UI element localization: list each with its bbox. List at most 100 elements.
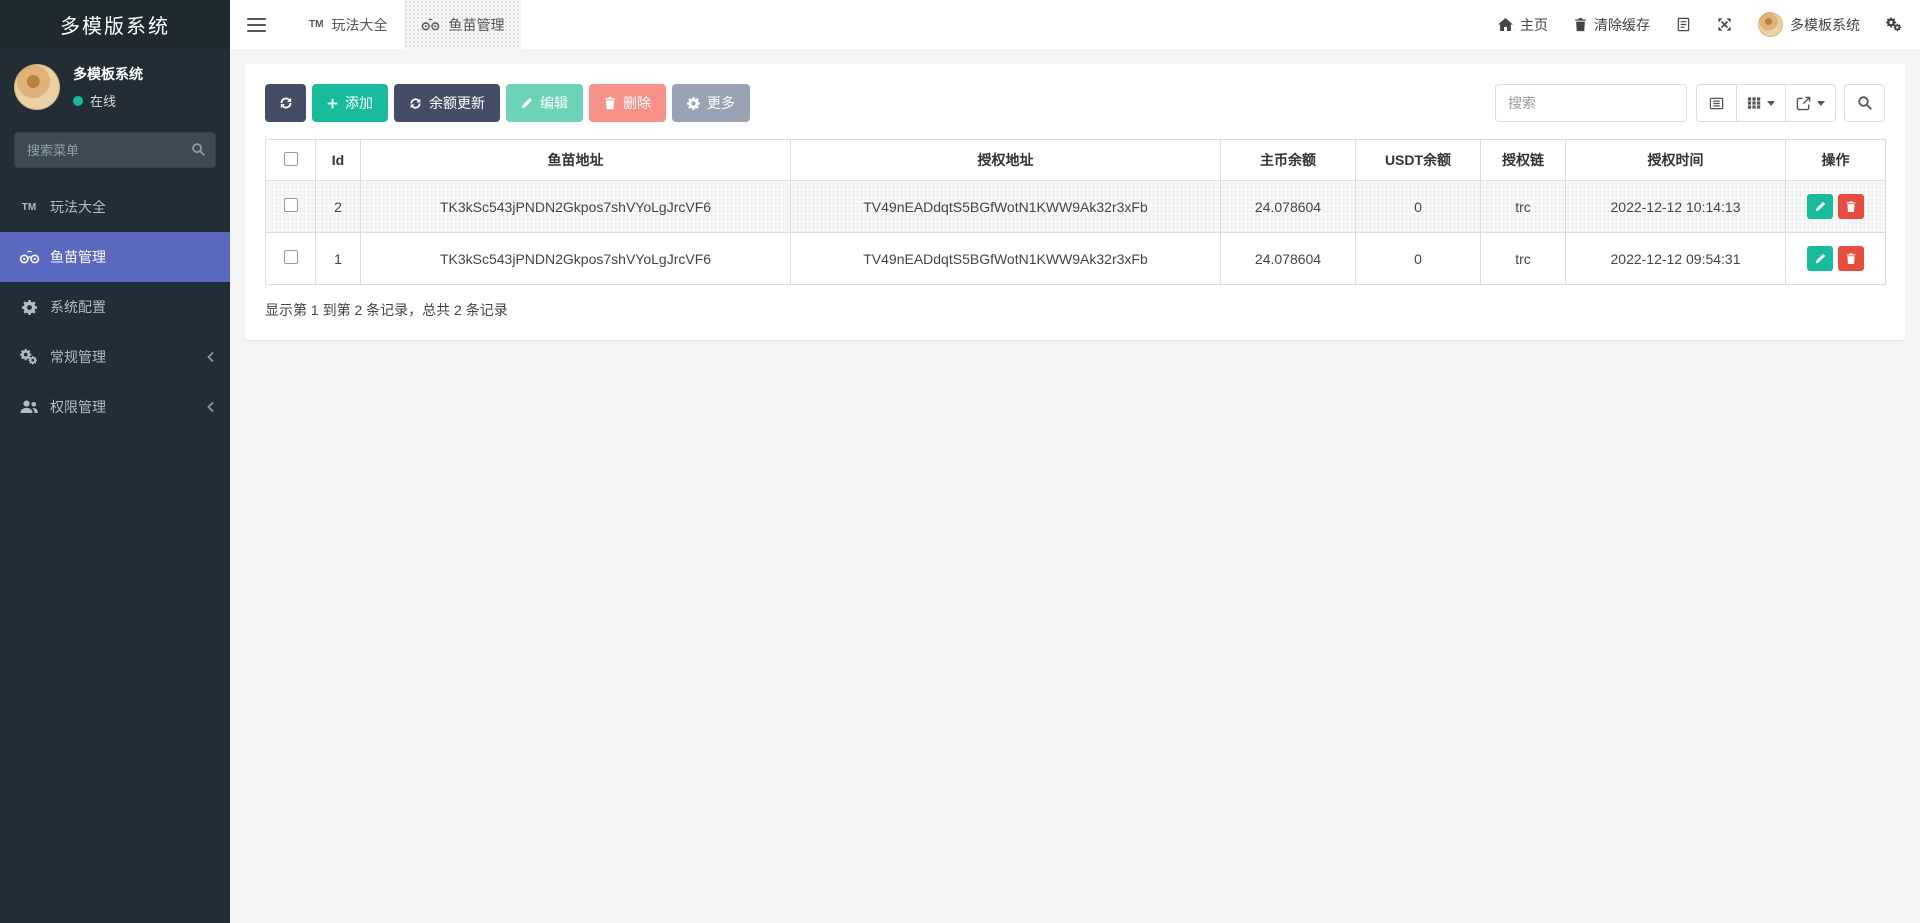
sidebar-item-label: 常规管理 [50,349,106,365]
sidebar-item-wanfa[interactable]: TM 玩法大全 [0,182,230,232]
cell-main-balance: 24.078604 [1220,180,1356,233]
row-delete-button[interactable] [1838,246,1864,271]
cell-auth-time: 2022-12-12 09:54:31 [1565,232,1786,285]
edit-label: 编辑 [540,95,568,111]
plus-icon [327,98,338,109]
sidebar-search [14,132,216,168]
edit-button[interactable]: 编辑 [506,84,583,122]
refresh-button[interactable] [265,84,306,122]
sidebar-item-general-mgmt[interactable]: 常规管理 [0,332,230,382]
cell-auth-time: 2022-12-12 10:14:13 [1565,180,1786,233]
refresh-icon [409,97,422,110]
table-row: 2 TK3kSc543jPNDN2Gkpos7shVYoLgJrcVF6 TV4… [265,180,1886,233]
more-label: 更多 [707,95,735,111]
col-header-fry-address: 鱼苗地址 [360,139,791,181]
col-header-id: Id [315,139,361,181]
pagination-toggle-button[interactable] [1696,84,1737,122]
columns-dropdown-button[interactable] [1736,84,1786,122]
toolbar-left: 添加 余额更新 编辑 删除 更多 [265,84,750,122]
sidebar-item-label: 系统配置 [50,299,106,315]
cell-usdt-balance: 0 [1355,180,1481,233]
pencil-icon [521,97,533,109]
tm-icon: TM [309,19,324,30]
sidebar-item-yumiao[interactable]: 鱼苗管理 [0,232,230,282]
settings-cogs-icon[interactable] [1886,17,1902,32]
col-header-chain: 授权链 [1480,139,1566,181]
row-checkbox[interactable] [283,250,298,264]
table-view-button-group [1696,84,1836,122]
trash-icon [1574,17,1587,32]
user-status: 在线 [73,91,143,110]
col-header-main-balance: 主币余额 [1220,139,1356,181]
tm-icon: TM [21,201,37,213]
col-header-auth-time: 授权时间 [1565,139,1786,181]
delete-button[interactable]: 删除 [589,84,666,122]
sidebar-item-label: 玩法大全 [50,199,106,215]
cell-chain: trc [1480,180,1566,233]
brand-title: 多模版系统 [0,0,230,49]
tab-label: 玩法大全 [331,16,388,33]
tab-label: 鱼苗管理 [448,16,505,33]
user-panel: 多模板系统 在线 [0,49,230,120]
fullscreen-icon[interactable] [1717,17,1732,32]
table-card: 添加 余额更新 编辑 删除 更多 搜索 Id 鱼苗地址 授权地址 主币余额 US… [245,64,1905,340]
gear-icon [16,299,42,315]
user-name: 多模板系统 [73,66,143,82]
row-checkbox[interactable] [283,198,298,212]
cell-auth-address: TV49nEADdqtS5BGfWotN1KWW9Ak32r3xFb [790,232,1221,285]
select-all-checkbox[interactable] [283,151,298,166]
caret-down-icon [1767,100,1775,106]
row-edit-button[interactable] [1807,194,1833,219]
language-icon[interactable] [1676,17,1691,32]
pagination-summary: 显示第 1 到第 2 条记录，总共 2 条记录 [265,302,508,318]
table-header-row: Id 鱼苗地址 授权地址 主币余额 USDT余额 授权链 授权时间 操作 [265,139,1886,181]
add-label: 添加 [345,95,373,111]
tab-yumiao[interactable]: 鱼苗管理 [404,0,522,49]
cell-id: 1 [315,232,361,285]
sidebar-toggle-button[interactable] [230,0,282,49]
row-delete-button[interactable] [1838,194,1864,219]
sidebar-item-label: 鱼苗管理 [50,249,106,265]
clear-cache-link[interactable]: 清除缓存 [1574,15,1650,35]
cell-usdt-balance: 0 [1355,232,1481,285]
owl-goggles-icon [16,250,42,265]
navbar-user-label: 多模板系统 [1790,16,1860,33]
sidebar-search-input[interactable] [14,132,216,168]
navbar-right: 主页 清除缓存 多模板系统 [1498,12,1920,37]
caret-down-icon [1817,100,1825,106]
toolbar-right [1495,84,1885,122]
sidebar: 多模版系统 多模板系统 在线 TM 玩法大全 [0,0,230,923]
search-icon [191,142,206,157]
user-menu[interactable]: 多模板系统 [1758,12,1860,37]
export-dropdown-button[interactable] [1785,84,1836,122]
chevron-left-icon [205,401,216,413]
chevron-left-icon [205,351,216,363]
fry-table: Id 鱼苗地址 授权地址 主币余额 USDT余额 授权链 授权时间 操作 2 T… [265,139,1886,285]
cell-id: 2 [315,180,361,233]
sidebar-item-system-config[interactable]: 系统配置 [0,282,230,332]
cell-auth-address: TV49nEADdqtS5BGfWotN1KWW9Ak32r3xFb [790,180,1221,233]
home-label: 主页 [1520,16,1548,33]
balance-update-button[interactable]: 余额更新 [394,84,500,122]
balance-update-label: 余额更新 [429,95,485,111]
user-avatar [14,64,60,110]
sidebar-item-permission-mgmt[interactable]: 权限管理 [0,382,230,432]
col-header-usdt-balance: USDT余额 [1355,139,1481,181]
sidebar-menu: TM 玩法大全 鱼苗管理 系统配置 常规管理 权限管理 [0,182,230,432]
cell-chain: trc [1480,232,1566,285]
main-content: 添加 余额更新 编辑 删除 更多 搜索 Id 鱼苗地址 授权地址 主币余额 US… [230,49,1920,923]
online-dot-icon [73,95,83,106]
home-icon [1498,18,1513,31]
home-link[interactable]: 主页 [1498,15,1548,35]
search-button[interactable] [1844,84,1885,122]
more-button[interactable]: 更多 [672,84,750,122]
avatar [1758,12,1783,37]
tab-wanfa[interactable]: TM 玩法大全 [292,0,404,49]
sidebar-item-label: 权限管理 [50,399,106,415]
nav-tabs: TM 玩法大全 鱼苗管理 [292,0,522,49]
delete-label: 删除 [623,95,651,111]
table-search-input[interactable] [1495,84,1687,122]
owl-goggles-icon [421,18,440,32]
row-edit-button[interactable] [1807,246,1833,271]
add-button[interactable]: 添加 [312,84,388,122]
